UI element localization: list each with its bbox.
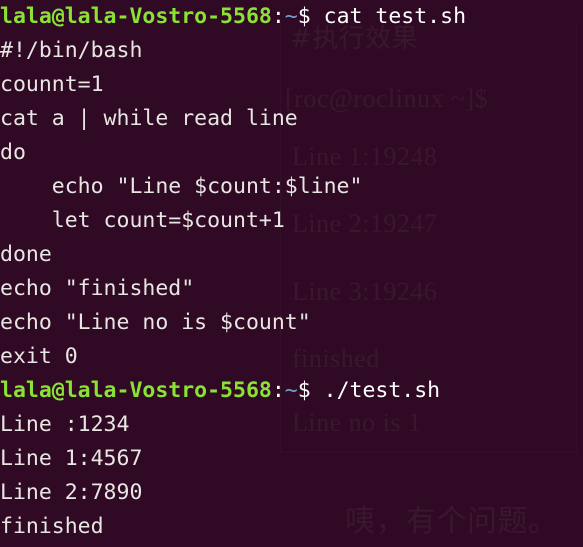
output-text: cat a | while read line [0, 106, 298, 131]
terminal-command: cat test.sh [323, 4, 467, 29]
prompt-user-host: lala@lala-Vostro-5568 [0, 4, 272, 29]
terminal-output-line: done [0, 238, 583, 272]
terminal-output-line: exit 0 [0, 340, 583, 374]
terminal-output-line: do [0, 136, 583, 170]
output-text: counnt=1 [0, 72, 104, 97]
output-text: echo "finished" [0, 276, 195, 301]
output-text: Line 2:7890 [0, 480, 143, 505]
prompt-path: ~ [284, 378, 298, 403]
prompt-colon: : [271, 4, 285, 29]
terminal-window[interactable]: #执行效果 [roc@roclinux ~]$ Line 1:19248 Line 2… [0, 0, 583, 547]
terminal-output-line: let count=$count+1 [0, 204, 583, 238]
terminal-output-line: counnt=1 [0, 68, 583, 102]
prompt-sigil: $ [297, 378, 324, 403]
output-text: exit 0 [0, 344, 78, 369]
prompt-sigil: $ [297, 4, 324, 29]
terminal-output-line: Line :1234 [0, 408, 583, 442]
terminal-output-line: finished [0, 510, 583, 544]
output-text: do [0, 140, 26, 165]
terminal-prompt-line: lala@lala-Vostro-5568:~$ ./test.sh [0, 374, 583, 408]
output-text: echo "Line no is $count" [0, 310, 311, 335]
output-text: let count=$count+1 [0, 208, 285, 233]
output-text: Line :1234 [0, 412, 130, 437]
output-text: done [0, 242, 52, 267]
terminal-output-line: echo "Line no is $count" [0, 306, 583, 340]
output-text: echo "Line $count:$line" [0, 174, 363, 199]
terminal-output-line: #!/bin/bash [0, 34, 583, 68]
terminal-command: ./test.sh [323, 378, 441, 403]
prompt-path: ~ [284, 4, 298, 29]
output-text: #!/bin/bash [0, 38, 143, 63]
terminal-output-line: Line 1:4567 [0, 442, 583, 476]
terminal-output-line: Line 2:7890 [0, 476, 583, 510]
terminal-output-line: echo "Line $count:$line" [0, 170, 583, 204]
prompt-colon: : [271, 378, 285, 403]
terminal-output-line: cat a | while read line [0, 102, 583, 136]
terminal-screen[interactable]: lala@lala-Vostro-5568:~$ cat test.sh #!/b… [0, 0, 583, 547]
output-text: Line 1:4567 [0, 446, 143, 471]
terminal-prompt-line: lala@lala-Vostro-5568:~$ cat test.sh [0, 0, 583, 34]
output-text: finished [0, 514, 104, 539]
prompt-user-host: lala@lala-Vostro-5568 [0, 378, 272, 403]
terminal-output-line: echo "finished" [0, 272, 583, 306]
